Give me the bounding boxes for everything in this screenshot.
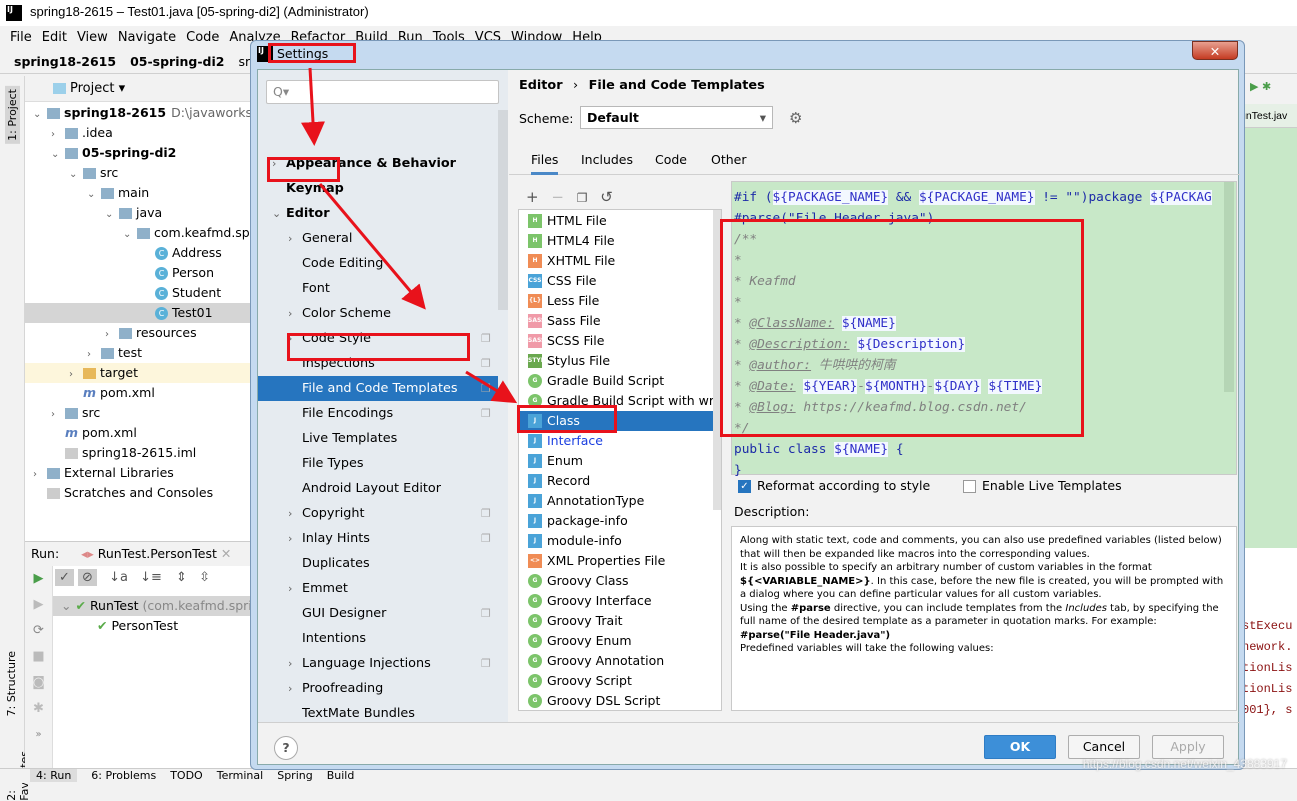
arrow-settings-to-editor — [301, 67, 325, 146]
arrow-editor-to-templates — [318, 183, 426, 310]
annotation-arrows — [301, 67, 518, 404]
arrow-templates-to-class — [465, 370, 518, 404]
